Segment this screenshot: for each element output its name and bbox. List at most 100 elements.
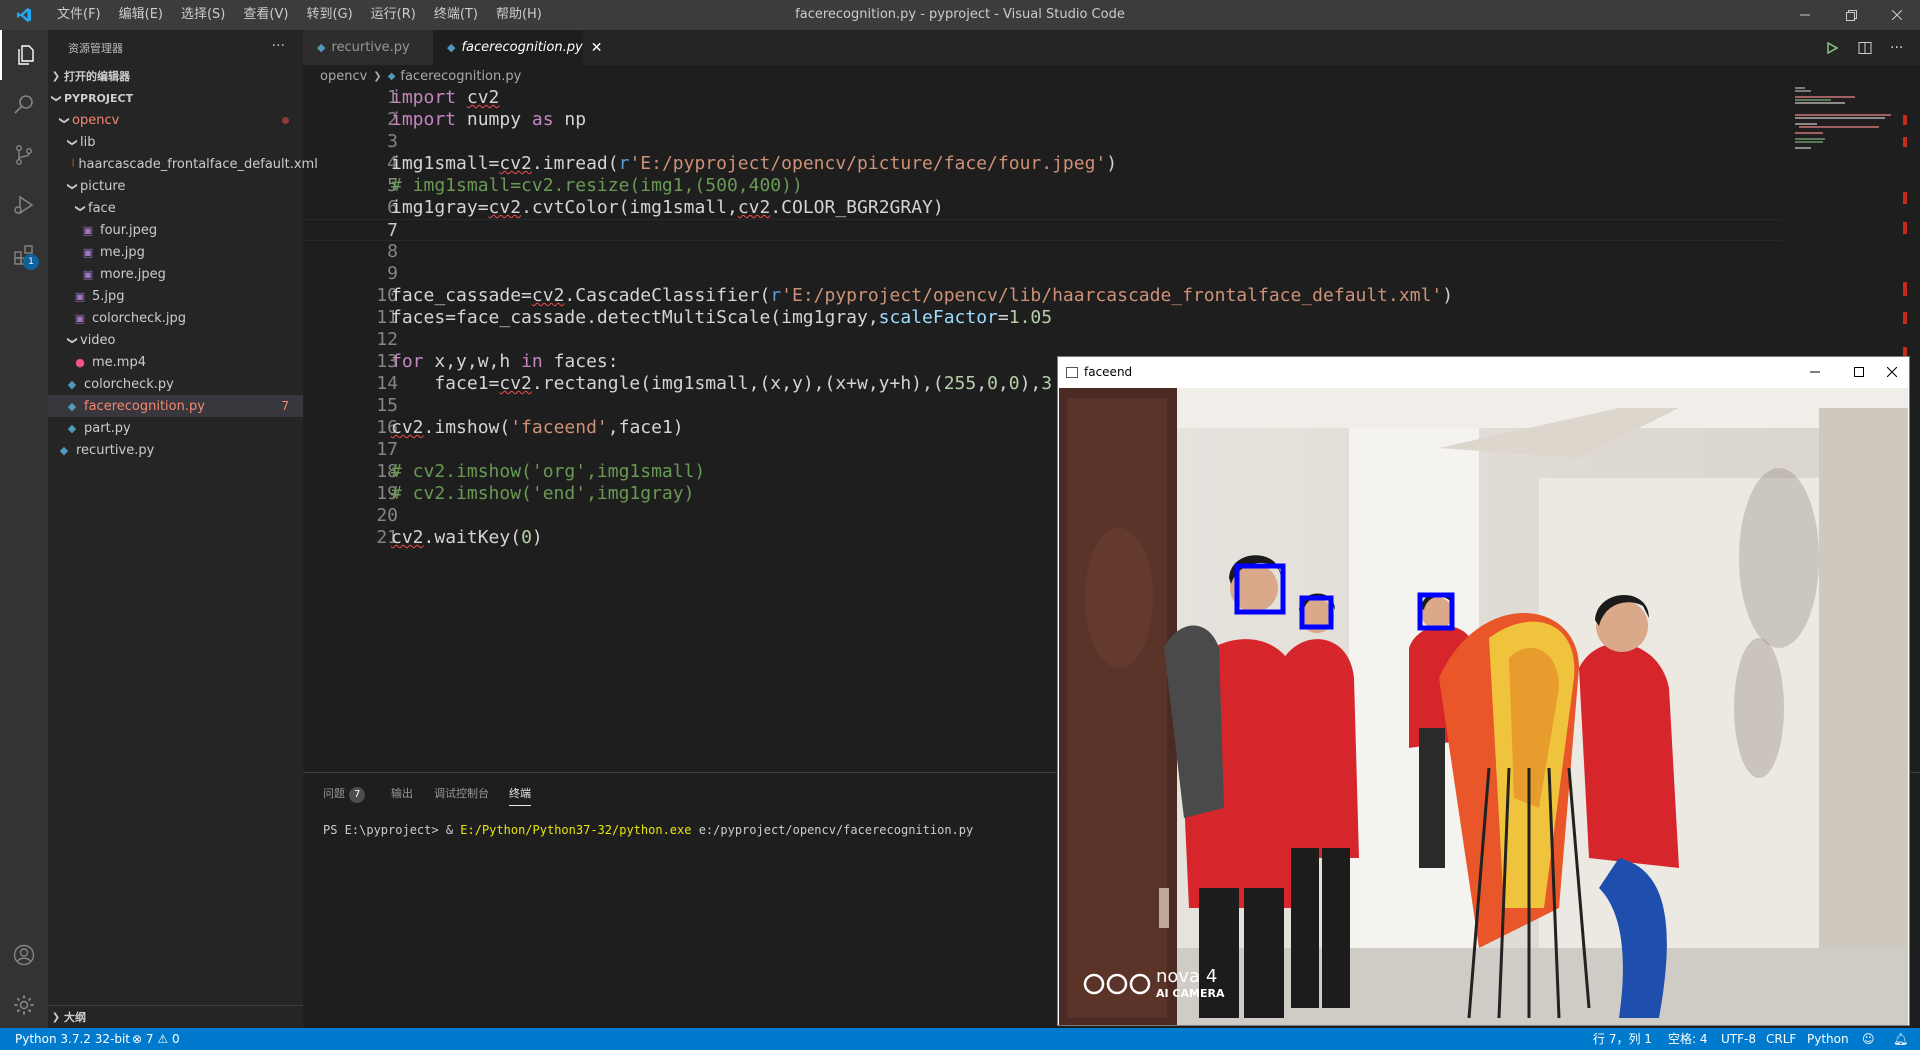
tree-item-label: me.jpg <box>100 244 145 260</box>
indentation[interactable]: 空格: 4 <box>1668 1028 1708 1050</box>
line-number: 7 <box>387 220 398 241</box>
code-line[interactable]: 2 import numpy as np <box>303 109 1783 131</box>
more-actions-icon[interactable]: ··· <box>272 38 285 54</box>
watermark-sub: AI CAMERA <box>1156 987 1225 1000</box>
problems-count-badge: 7 <box>349 787 366 803</box>
breadcrumb: opencv ❯ ◆ facerecognition.py <box>303 65 1920 87</box>
tree-item[interactable]: ◆ facerecognition.py 7 <box>48 395 303 417</box>
code-line[interactable]: 10 face_cassade=cv2.CascadeClassifier(r'E… <box>303 285 1783 307</box>
chevron-down-icon: ❯ <box>66 335 78 345</box>
menu-item[interactable]: 编辑(E) <box>110 0 172 30</box>
tab-problems[interactable]: 问题 7 <box>323 783 366 805</box>
close-tab-icon[interactable]: ✕ <box>591 40 603 56</box>
tree-item[interactable]: ▣ colorcheck.jpg <box>48 307 303 329</box>
tab-recurtive[interactable]: ◆ recurtive.py <box>303 30 433 65</box>
menu-item[interactable]: 帮助(H) <box>487 0 551 30</box>
tree-item-label: lib <box>80 134 96 150</box>
tree-item[interactable]: ❯ opencv <box>48 109 303 131</box>
language-mode[interactable]: Python <box>1807 1028 1849 1050</box>
close-window-button[interactable] <box>1877 357 1907 387</box>
open-editors-section[interactable]: ❯ 打开的编辑器 <box>48 65 303 87</box>
image-file-icon: ▣ <box>74 311 86 325</box>
tab-facerecognition[interactable]: ◆ facerecognition.py ✕ <box>433 30 602 65</box>
faceend-window[interactable]: faceend nova 4 AI CAMERA <box>1057 356 1910 1026</box>
tab-debug-console[interactable]: 调试控制台 <box>434 783 489 805</box>
feedback-icon[interactable]: ☺ <box>1862 1028 1875 1050</box>
tab-output[interactable]: 输出 <box>391 783 413 805</box>
tree-item[interactable]: ⦚ haarcascade_frontalface_default.xml <box>48 153 318 175</box>
breadcrumb-folder[interactable]: opencv <box>320 69 367 84</box>
code-text: import numpy as np <box>391 109 587 130</box>
tree-item[interactable]: ◆ recurtive.py <box>48 439 303 461</box>
restore-button[interactable] <box>1828 0 1874 30</box>
menu-item[interactable]: 终端(T) <box>425 0 487 30</box>
minimize-button[interactable] <box>1800 357 1830 387</box>
code-line[interactable]: 3 <box>303 131 1783 153</box>
code-text: cv2.imshow('faceend',face1) <box>391 417 684 438</box>
notifications-icon[interactable]: 🔔︎ <box>1893 1028 1908 1050</box>
menu-item[interactable]: 文件(F) <box>48 0 110 30</box>
menu-item[interactable]: 选择(S) <box>172 0 234 30</box>
faceend-title-bar[interactable]: faceend <box>1058 357 1909 387</box>
tree-item[interactable]: ◆ part.py <box>48 417 303 439</box>
xml-file-icon: ⦚ <box>72 157 75 170</box>
code-line[interactable]: 9 <box>303 263 1783 285</box>
line-number: 21 <box>376 527 398 548</box>
menu-item[interactable]: 查看(V) <box>234 0 297 30</box>
tab-terminal[interactable]: 终端 <box>509 783 531 806</box>
tree-item[interactable]: ❯ video <box>48 329 303 351</box>
cursor-position[interactable]: 行 7，列 1 <box>1593 1028 1652 1050</box>
app-window-icon <box>1066 366 1078 378</box>
tree-item[interactable]: ● me.mp4 <box>48 351 303 373</box>
terminal-output[interactable]: PS E:\pyproject> & E:/Python/Python37-32… <box>323 823 973 837</box>
breadcrumb-file[interactable]: facerecognition.py <box>400 69 521 84</box>
chevron-down-icon: ❯ <box>50 93 62 103</box>
gear-icon[interactable] <box>0 980 48 1030</box>
tree-item[interactable]: ▣ me.jpg <box>48 241 303 263</box>
menu-item[interactable]: 运行(R) <box>362 0 425 30</box>
search-icon[interactable] <box>0 80 48 130</box>
tree-item[interactable]: ❯ picture <box>48 175 303 197</box>
run-file-icon[interactable] <box>1825 30 1839 65</box>
split-editor-icon[interactable] <box>1858 30 1872 65</box>
account-icon[interactable] <box>0 930 48 980</box>
code-line[interactable]: 12 <box>303 329 1783 351</box>
python-interpreter[interactable]: Python 3.7.2 32-bit <box>15 1028 130 1050</box>
tree-item[interactable]: ▣ 5.jpg <box>48 285 303 307</box>
source-control-icon[interactable] <box>0 130 48 180</box>
tree-item[interactable]: ▣ more.jpeg <box>48 263 303 285</box>
maximize-button[interactable] <box>1844 357 1874 387</box>
tab-label: 输出 <box>391 787 413 800</box>
run-debug-icon[interactable] <box>0 180 48 230</box>
encoding[interactable]: UTF-8 <box>1721 1028 1756 1050</box>
code-line[interactable]: 6 img1gray=cv2.cvtColor(img1small,cv2.COL… <box>303 197 1783 219</box>
tree-item[interactable]: ❯ face <box>48 197 303 219</box>
tree-item-label: me.mp4 <box>92 354 146 370</box>
outline-section[interactable]: ❯ 大纲 <box>48 1005 303 1028</box>
minimize-button[interactable] <box>1782 0 1828 30</box>
code-text: img1small=cv2.imread(r'E:/pyproject/open… <box>391 153 1118 174</box>
python-file-icon: ◆ <box>67 399 77 413</box>
more-actions-icon[interactable]: ··· <box>1890 30 1903 65</box>
code-line[interactable]: 5 # img1small=cv2.resize(img1,(500,400)) <box>303 175 1783 197</box>
extensions-badge: 1 <box>23 254 39 270</box>
code-line[interactable]: 8 <box>303 241 1783 263</box>
extensions-icon[interactable]: 1 <box>0 230 48 280</box>
code-line[interactable]: 4 img1small=cv2.imread(r'E:/pyproject/ope… <box>303 153 1783 175</box>
file-tree: ❯ opencv ❯ lib ⦚ haarcascade_frontalface_defa… <box>48 109 318 461</box>
code-line[interactable]: 7 <box>303 219 1783 241</box>
line-number: 19 <box>376 483 398 504</box>
explorer-icon[interactable] <box>0 30 48 80</box>
code-line[interactable]: 11 faces=face_cassade.detectMultiScale(im… <box>303 307 1783 329</box>
menu-item[interactable]: 转到(G) <box>297 0 361 30</box>
tree-item[interactable]: ◆ colorcheck.py <box>48 373 303 395</box>
problems-indicator[interactable]: ⊗ 7 ⚠ 0 <box>132 1028 180 1050</box>
tree-item[interactable]: ▣ four.jpeg <box>48 219 303 241</box>
code-line[interactable]: 1 import cv2 <box>303 87 1783 109</box>
end-of-line[interactable]: CRLF <box>1766 1028 1796 1050</box>
close-window-button[interactable] <box>1874 0 1920 30</box>
tree-item[interactable]: ❯ lib <box>48 131 303 153</box>
line-number: 10 <box>376 285 398 306</box>
status-bar: Python 3.7.2 32-bit ⊗ 7 ⚠ 0 行 7，列 1 空格: … <box>0 1028 1920 1050</box>
project-section[interactable]: ❯ PYPROJECT <box>48 87 303 109</box>
